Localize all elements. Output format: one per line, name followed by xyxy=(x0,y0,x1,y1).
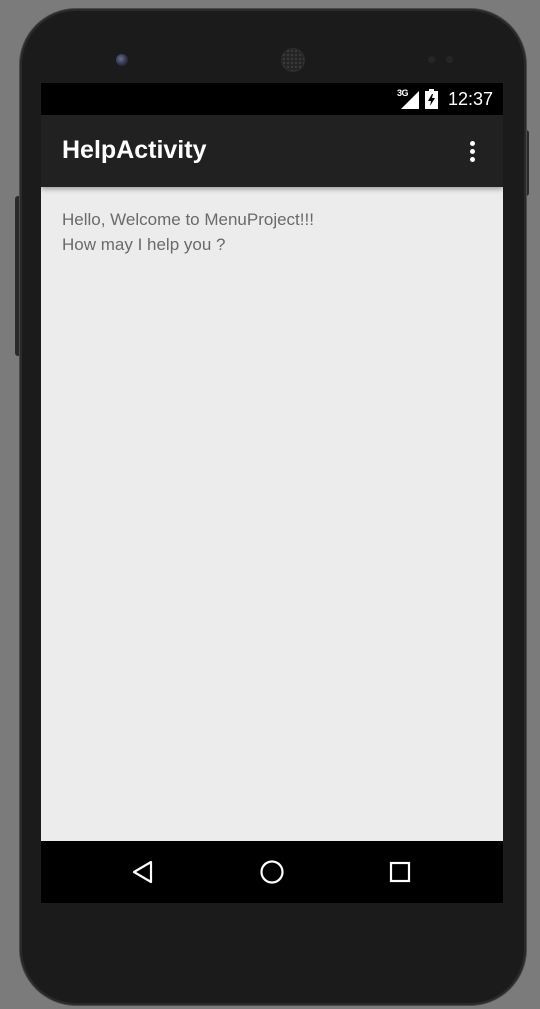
navigation-bar xyxy=(41,841,503,903)
home-circle-icon[interactable] xyxy=(254,854,290,890)
status-time: 12:37 xyxy=(447,88,493,109)
status-bar: 3G 12:37 xyxy=(41,83,503,115)
signal-icon: 3G xyxy=(397,88,419,109)
screen: 3G 12:37 HelpActivity Hello, Welcome to … xyxy=(41,83,503,903)
earpiece-speaker xyxy=(282,49,304,71)
light-sensor xyxy=(446,56,453,63)
overflow-dot xyxy=(469,140,475,146)
recents-square-icon[interactable] xyxy=(382,854,418,890)
overflow-dot xyxy=(469,156,475,162)
more-vert-icon[interactable] xyxy=(455,129,489,173)
help-text: How may I help you ? xyxy=(62,235,226,254)
status-icons: 3G 12:37 xyxy=(397,87,493,111)
back-triangle-icon[interactable] xyxy=(125,854,161,890)
front-camera xyxy=(116,54,128,66)
app-title: HelpActivity xyxy=(62,136,207,164)
content-area: Hello, Welcome to MenuProject!!! How may… xyxy=(41,187,503,841)
welcome-text: Hello, Welcome to MenuProject!!! xyxy=(62,210,314,229)
app-bar: HelpActivity xyxy=(41,115,503,187)
battery-icon xyxy=(424,89,438,109)
overflow-dot xyxy=(469,148,475,154)
proximity-sensor xyxy=(428,56,435,63)
